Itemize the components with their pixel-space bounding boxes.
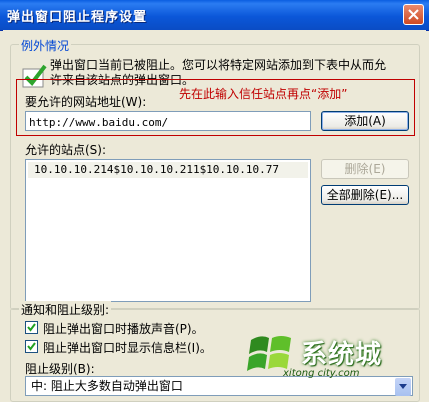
address-input[interactable]: http://www.baidu.com/ (25, 111, 311, 131)
level-label: 阻止级别(B): (25, 362, 95, 376)
list-item[interactable]: 10.10.10.214$10.10.10.211$10.10.10.77 (28, 162, 308, 178)
infobar-checkbox[interactable] (25, 340, 38, 353)
level-select-value: 中: 阻止大多数自动弹出窗口 (31, 379, 183, 393)
window-title: 弹出窗口阻止程序设置 (7, 10, 148, 25)
title-bar: 弹出窗口阻止程序设置 (0, 0, 429, 31)
dialog-body: 例外情况 弹出窗口当前已被阻止。您可以将特定网站添加到下表中从而允 许来自该站点… (3, 30, 426, 402)
sound-label[interactable]: 阻止弹出窗口时播放声音(P)。 (43, 320, 204, 337)
checkmark-icon (27, 323, 36, 332)
allowed-sites-label: 允许的站点(S): (25, 143, 107, 157)
site-watermark: 系统城 xitong city.com (243, 328, 393, 382)
exceptions-legend: 例外情况 (19, 37, 72, 54)
info-line-1: 弹出窗口当前已被阻止。您可以将特定网站添加到下表中从而允 (50, 58, 387, 72)
allowed-sites-list[interactable]: 10.10.10.214$10.10.10.211$10.10.10.77 (25, 159, 311, 302)
remove-all-button[interactable]: 全部删除(E)... (321, 185, 409, 205)
chevron-down-icon (399, 384, 407, 389)
add-button[interactable]: 添加(A) (321, 111, 409, 131)
close-button[interactable] (403, 4, 424, 25)
close-icon (408, 9, 419, 20)
address-label: 要允许的网站地址(W): (25, 95, 147, 109)
watermark-url: xitong city.com (283, 368, 360, 379)
sound-checkbox[interactable] (25, 321, 38, 334)
notify-legend: 通知和阻止级别: (19, 301, 112, 318)
dropdown-arrow[interactable] (395, 378, 411, 396)
watermark-text: 系统城 (301, 340, 383, 370)
instruction-hint: 先在此输入信任站点再点“添加” (179, 87, 348, 101)
exceptions-group: 例外情况 弹出窗口当前已被阻止。您可以将特定网站添加到下表中从而允 许来自该站点… (10, 37, 420, 310)
infobar-label[interactable]: 阻止弹出窗口时显示信息栏(I)。 (43, 339, 212, 356)
remove-button[interactable]: 删除(E) (321, 159, 409, 179)
checkmark-icon (27, 342, 36, 351)
